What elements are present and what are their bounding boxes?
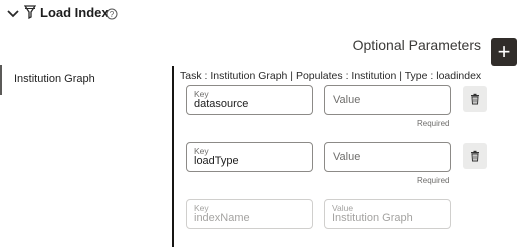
optional-parameters-label: Optional Parameters [352,37,481,53]
help-icon[interactable]: ? [106,8,118,20]
trash-icon [471,93,479,105]
task-info-text: Task : Institution Graph | Populates : I… [180,70,482,82]
key-value: loadType [194,155,239,167]
add-parameter-button[interactable]: + [491,38,517,66]
trash-icon [471,150,479,162]
key-value: datasource [194,98,249,110]
value-field-2[interactable]: Value [324,142,451,172]
value-placeholder: Value [333,94,361,106]
section-title: Load Index [40,5,109,20]
delete-button-1[interactable] [463,86,487,112]
svg-text:?: ? [110,10,115,19]
key-value: indexName [194,212,250,224]
value-field-3: Value Institution Graph [324,199,451,229]
required-hint-1: Required [417,119,450,128]
funnel-icon [24,5,36,19]
required-hint-2: Required [417,176,450,185]
vertical-divider [172,66,174,247]
key-field-3: Key indexName [186,199,313,229]
delete-button-2[interactable] [463,143,487,169]
value-field-1[interactable]: Value [324,85,451,115]
key-field-2[interactable]: Key loadType [186,142,313,172]
value-placeholder: Value [333,151,361,163]
key-field-1[interactable]: Key datasource [186,85,313,115]
left-nav-item-institution-graph[interactable]: Institution Graph [0,65,174,95]
left-nav-item-label: Institution Graph [14,73,95,85]
chevron-down-icon[interactable] [6,7,20,21]
value-value: Institution Graph [332,212,413,224]
